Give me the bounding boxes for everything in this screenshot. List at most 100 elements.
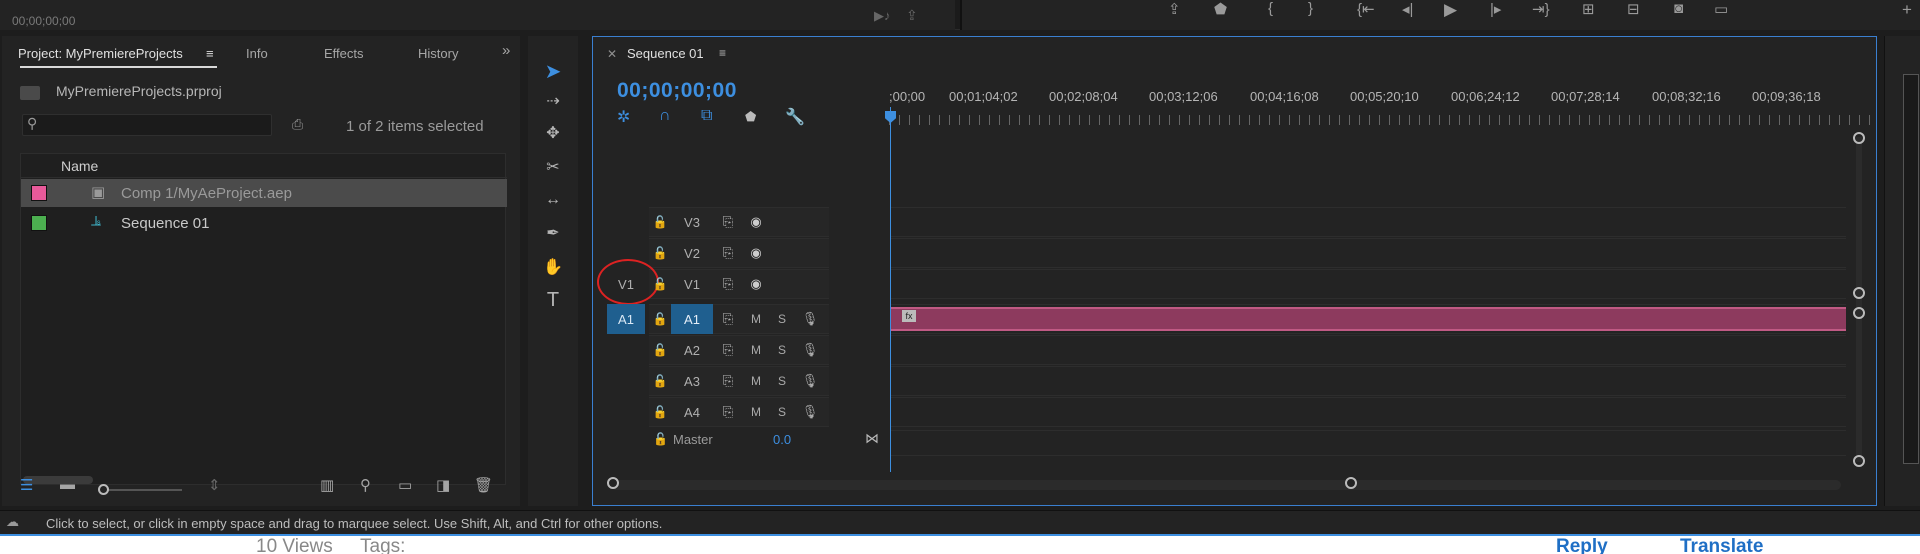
column-name-header[interactable]: Name	[61, 158, 98, 174]
sync-lock-icon[interactable]: ⎘	[715, 207, 741, 237]
track-lane[interactable]	[890, 238, 1846, 268]
lock-icon[interactable]: 🔓	[649, 366, 671, 396]
source-patch-a1[interactable]: A1	[607, 304, 645, 334]
eye-icon[interactable]: ◉	[743, 207, 769, 237]
marker-icon[interactable]: ⬟	[1214, 0, 1227, 18]
new-bin-icon[interactable]: ▭	[398, 476, 412, 494]
video-scroll-bottom-knob[interactable]	[1853, 287, 1865, 299]
hand-tool-icon[interactable]: ✋	[538, 254, 568, 282]
mute-button[interactable]: M	[743, 304, 769, 334]
timeline-menu-icon[interactable]: ≡	[719, 46, 726, 60]
mute-button[interactable]: M	[743, 366, 769, 396]
find-icon[interactable]: ⚲	[360, 476, 371, 494]
panel-overflow-icon[interactable]: »	[502, 42, 510, 59]
razor-tool-icon[interactable]: ✂	[538, 154, 568, 182]
ripple-edit-tool-icon[interactable]: ✥	[538, 120, 568, 148]
track-select-tool-icon[interactable]: ⇢	[538, 88, 568, 116]
list-view-icon[interactable]: ☰	[20, 476, 33, 494]
sync-lock-icon[interactable]: ⎘	[715, 335, 741, 365]
play-icon[interactable]: ▶	[1444, 0, 1457, 20]
add-button-icon[interactable]: +	[1902, 0, 1912, 20]
track-lane[interactable]	[890, 430, 1846, 456]
tab-effects[interactable]: Effects	[324, 46, 364, 61]
track-name[interactable]: V2	[671, 238, 713, 268]
export-frame-icon[interactable]: ⇪	[1168, 0, 1181, 18]
solo-button[interactable]: S	[769, 335, 795, 365]
lock-icon[interactable]: 🔓	[649, 269, 671, 299]
eye-icon[interactable]: ◉	[743, 238, 769, 268]
lock-icon[interactable]: 🔓	[649, 207, 671, 237]
mute-button[interactable]: M	[743, 335, 769, 365]
tab-sequence[interactable]: Sequence 01	[627, 46, 704, 61]
go-to-end-icon[interactable]: ⋈	[865, 430, 879, 447]
nest-toggle-icon[interactable]: ✲	[617, 107, 630, 127]
vertical-scrollbar[interactable]	[1856, 137, 1862, 462]
translate-link[interactable]: Translate	[1680, 536, 1763, 554]
overwrite-icon[interactable]: ⇪	[906, 7, 918, 24]
camera-icon[interactable]: ◙	[1674, 0, 1683, 17]
automate-to-sequence-icon[interactable]: ▥	[320, 476, 334, 494]
tab-info[interactable]: Info	[246, 46, 268, 61]
search-input[interactable]	[45, 117, 265, 133]
microphone-icon[interactable]: 🎙	[797, 335, 823, 365]
track-lane[interactable]	[890, 269, 1846, 299]
tab-history[interactable]: History	[418, 46, 458, 61]
track-name[interactable]: V3	[671, 207, 713, 237]
track-lane[interactable]	[890, 366, 1846, 396]
sort-icon[interactable]: ⇕	[208, 476, 221, 494]
zoom-left-knob[interactable]	[607, 477, 619, 489]
sync-lock-icon[interactable]: ⎘	[715, 366, 741, 396]
track-lane[interactable]: fx	[890, 304, 1846, 334]
extract-icon[interactable]: ⊟	[1627, 0, 1640, 18]
new-search-bin-icon[interactable]: ⎙	[292, 116, 303, 133]
slip-tool-icon[interactable]: ↔	[538, 186, 568, 214]
sync-lock-icon[interactable]: ⎘	[715, 304, 741, 334]
sync-lock-icon[interactable]: ⎘	[715, 238, 741, 268]
sync-lock-icon[interactable]: ⎘	[715, 269, 741, 299]
master-volume-value[interactable]: 0.0	[773, 432, 791, 447]
mark-out-icon[interactable]: }	[1308, 0, 1313, 17]
snap-icon[interactable]: ∩	[659, 107, 671, 125]
audio-scroll-bottom-knob[interactable]	[1853, 455, 1865, 467]
wrench-icon[interactable]: 🔧	[785, 107, 805, 127]
compare-icon[interactable]: ▭	[1714, 0, 1728, 18]
solo-button[interactable]: S	[769, 397, 795, 427]
trash-icon[interactable]: 🗑	[474, 476, 493, 494]
timeline-horizontal-scrollbar[interactable]	[611, 480, 1841, 490]
reply-link[interactable]: Reply	[1556, 536, 1608, 554]
mute-button[interactable]: M	[743, 397, 769, 427]
lock-icon[interactable]: 🔓	[653, 432, 668, 446]
creative-cloud-icon[interactable]: ☁	[6, 514, 19, 530]
go-to-out-icon[interactable]: ⇥}	[1532, 0, 1550, 18]
zoom-right-knob[interactable]	[1345, 477, 1357, 489]
selection-tool-icon[interactable]: ➤	[538, 58, 568, 86]
source-timecode[interactable]: 00;00;00;00	[12, 14, 75, 28]
microphone-icon[interactable]: 🎙	[797, 366, 823, 396]
add-marker-icon[interactable]: ⬟	[745, 109, 756, 125]
solo-button[interactable]: S	[769, 366, 795, 396]
list-item[interactable]: ▣ Comp 1/MyAeProject.aep	[21, 179, 507, 207]
track-lane[interactable]	[890, 397, 1846, 427]
sync-lock-icon[interactable]: ⎘	[715, 397, 741, 427]
timeline-timecode[interactable]: 00;00;00;00	[617, 79, 737, 103]
zoom-slider-track[interactable]	[102, 489, 182, 491]
new-item-icon[interactable]: ◨	[436, 476, 450, 494]
track-name[interactable]: A2	[671, 335, 713, 365]
solo-button[interactable]: S	[769, 304, 795, 334]
project-menu-icon[interactable]: ≡	[206, 46, 214, 61]
label-color-swatch[interactable]	[31, 215, 47, 231]
audio-clip[interactable]: fx	[890, 307, 1846, 331]
track-name[interactable]: A4	[671, 397, 713, 427]
lock-icon[interactable]: 🔓	[649, 304, 671, 334]
linked-selection-icon[interactable]: ⧉	[701, 107, 712, 125]
track-name[interactable]: V1	[671, 269, 713, 299]
track-name[interactable]: A1	[671, 304, 713, 334]
time-ruler[interactable]: ;00;00 00;01;04;02 00;02;08;04 00;03;12;…	[889, 85, 1874, 131]
go-to-in-icon[interactable]: {⇤	[1357, 0, 1375, 18]
playhead-line[interactable]	[890, 107, 891, 472]
microphone-icon[interactable]: 🎙	[797, 397, 823, 427]
label-color-swatch[interactable]	[31, 185, 47, 201]
step-forward-icon[interactable]: |▸	[1490, 0, 1501, 18]
lock-icon[interactable]: 🔓	[649, 397, 671, 427]
pen-tool-icon[interactable]: ✒	[538, 220, 568, 248]
